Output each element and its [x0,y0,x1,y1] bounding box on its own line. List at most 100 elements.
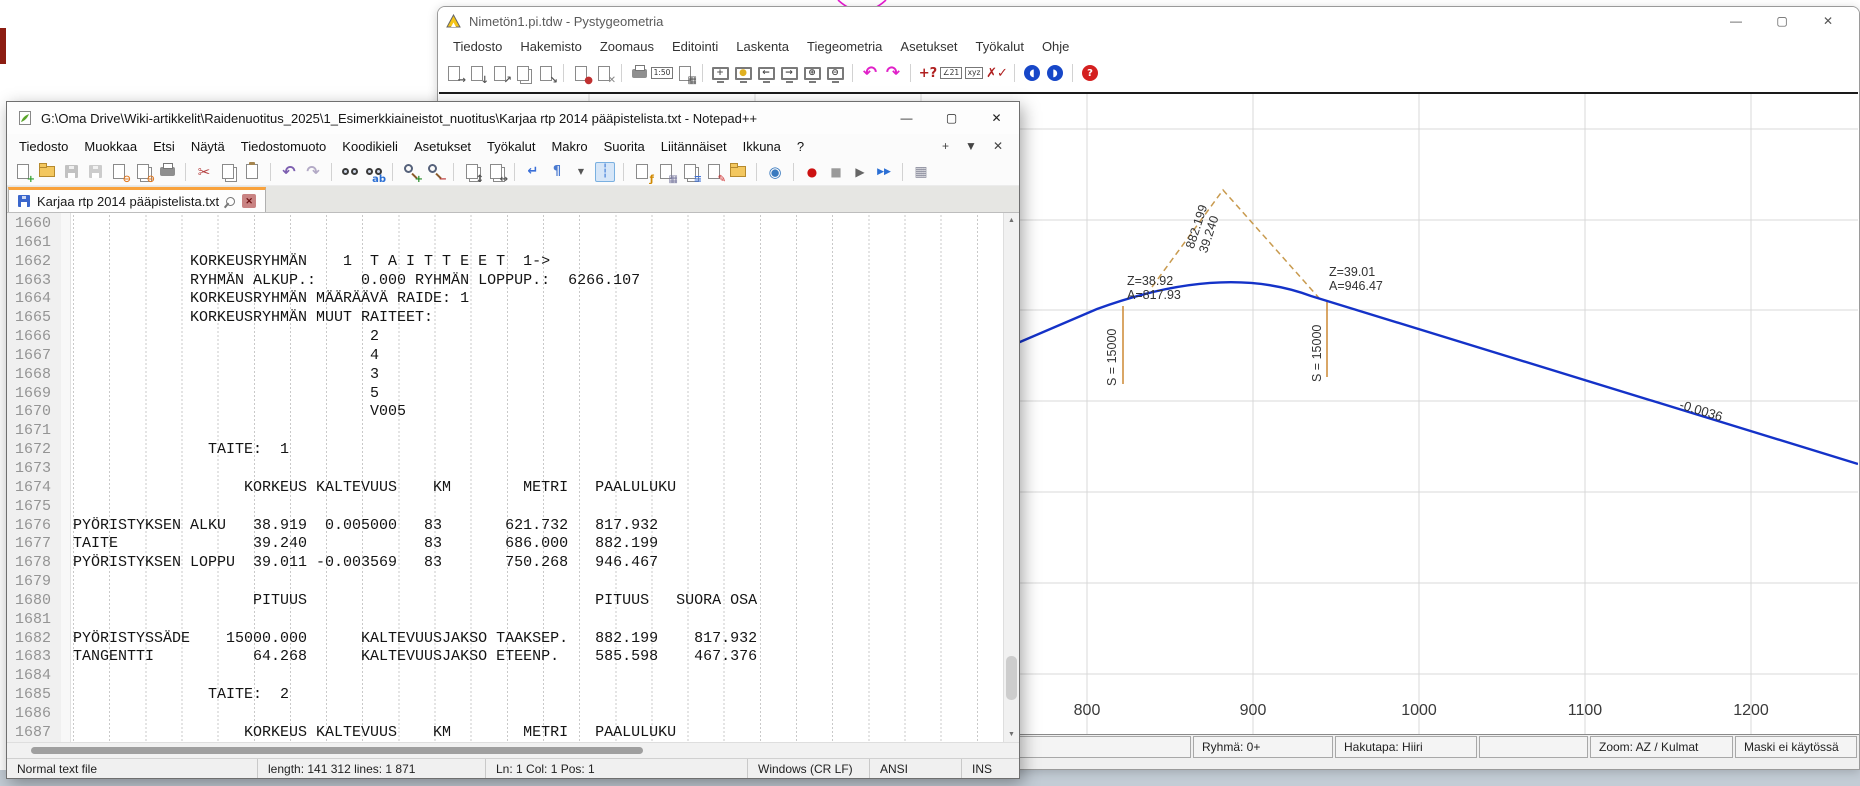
symbols-dropdown-icon[interactable]: ▼ [571,162,591,182]
menu-item-tiedosto[interactable]: Tiedosto [11,136,76,157]
macro-play-icon[interactable]: ▶ [850,162,870,182]
menu-item-tiedostomuoto[interactable]: Tiedostomuoto [233,136,335,157]
paste-icon[interactable] [242,162,262,182]
macro-run-multi-icon[interactable]: ▶▶ [874,162,894,182]
pysty-maximize-button[interactable]: ▢ [1759,7,1805,35]
replace-icon[interactable]: ab [364,162,384,182]
new-tab-icon[interactable]: + [942,139,949,153]
sync-vertical-icon[interactable]: ↕ [462,162,482,182]
menu-item-koodikieli[interactable]: Koodikieli [334,136,406,157]
scale-1-50-icon[interactable]: 1:50 [652,63,672,83]
horizontal-scrollbar-thumb[interactable] [31,747,643,754]
sheet-grid-icon[interactable]: ▦ [675,63,695,83]
print-icon[interactable] [629,63,649,83]
status-eol-format[interactable]: Windows (CR LF) [747,759,869,778]
document-map-icon[interactable]: ▦ [656,162,676,182]
macro-save-icon[interactable]: ▦ [911,162,931,182]
indent-guide-icon[interactable]: ┆ [595,162,615,182]
save-icon[interactable] [61,162,81,182]
copy-drawing-icon[interactable] [513,63,533,83]
menu-item-n-yt-[interactable]: Näytä [183,136,233,157]
document-delete-icon[interactable]: ✕ [594,63,614,83]
save-drawing-icon[interactable]: ↘ [536,63,556,83]
open-drawing-icon[interactable]: → [444,63,464,83]
status-encoding[interactable]: ANSI [869,759,961,778]
menu-item-makro[interactable]: Makro [543,136,595,157]
show-symbols-icon[interactable]: ¶ [547,162,567,182]
redo-icon[interactable]: ↷ [303,162,323,182]
scroll-down-icon[interactable]: ▼ [1004,727,1019,742]
export-file-icon[interactable]: ↗ [490,63,510,83]
context-help-icon[interactable]: +? [918,63,938,83]
menu-item-asetukset[interactable]: Asetukset [406,136,479,157]
menu-item-ikkuna[interactable]: Ikkuna [735,136,789,157]
macro-stop-icon[interactable]: ■ [826,162,846,182]
find-icon[interactable] [340,162,360,182]
menu-item-ty-kalut[interactable]: Työkalut [479,136,543,157]
help-icon[interactable]: ? [1080,63,1100,83]
tab-close-icon[interactable]: ✕ [242,194,256,208]
copy-icon[interactable] [218,162,238,182]
document-close-icon[interactable]: ● [571,63,591,83]
menu-item-suorita[interactable]: Suorita [596,136,653,157]
save-all-icon[interactable] [85,162,105,182]
npp-titlebar[interactable]: G:\Oma Drive\Wiki-artikkelit\Raidenuotit… [7,102,1019,134]
zoom-lamp-icon[interactable]: ● [733,63,753,83]
folder-workspace-icon[interactable] [728,162,748,182]
redo-icon[interactable]: ↷ [883,63,903,83]
editor-area[interactable]: 1660166116621663166416651666166716681669… [7,213,1019,742]
menu-item-tiegeometria[interactable]: Tiegeometria [798,37,891,56]
menu-item-zoomaus[interactable]: Zoomaus [591,37,663,56]
pysty-minimize-button[interactable]: — [1713,7,1759,35]
close-tab-icon[interactable]: ✕ [993,139,1003,153]
menu-item-tiedosto[interactable]: Tiedosto [444,37,511,56]
word-wrap-icon[interactable]: ↵ [523,162,543,182]
npp-minimize-button[interactable]: — [884,102,929,134]
close-file-icon[interactable]: ⊖ [109,162,129,182]
zoom-in-icon[interactable]: ⊕ [802,63,822,83]
pysty-titlebar[interactable]: Nimetön1.pi.tdw - Pystygeometria —▢✕ [438,7,1859,35]
xyz-mode-icon[interactable]: xyz [964,63,984,83]
pan-left-icon[interactable]: ← [756,63,776,83]
menu-item-liit-nn-iset[interactable]: Liitännäiset [653,136,735,157]
zoom-extents-icon[interactable]: + [710,63,730,83]
zoom-out-icon[interactable]: ⊖ [825,63,845,83]
menu-item-asetukset[interactable]: Asetukset [891,37,966,56]
tab-list-dropdown-icon[interactable]: ▼ [965,139,977,153]
menu-item-etsi[interactable]: Etsi [145,136,183,157]
new-file-icon[interactable]: + [13,162,33,182]
menu-item--[interactable]: ? [789,136,812,157]
text-content[interactable]: KORKEUSRYHMÄN 1 T A I T T E E T 1-> RYHM… [71,213,1003,742]
next-element-icon[interactable]: ◗ [1045,63,1065,83]
sync-horizontal-icon[interactable]: ↔ [486,162,506,182]
menu-item-muokkaa[interactable]: Muokkaa [76,136,145,157]
menu-item-editointi[interactable]: Editointi [663,37,727,56]
tab-karjaa-rtp-2014[interactable]: Karjaa rtp 2014 pääpistelista.txt ✕ [8,187,266,212]
function-list-icon[interactable]: ƒ [632,162,652,182]
prev-element-icon[interactable]: ◖ [1022,63,1042,83]
document-monitor-icon[interactable]: ◉ [765,162,785,182]
vertical-scrollbar[interactable]: ▲ ▼ [1003,213,1019,742]
tolerance-check-icon[interactable]: ✗✓ [987,63,1007,83]
import-file-icon[interactable]: ↓ [467,63,487,83]
macro-edit-icon[interactable]: ✎ [704,162,724,182]
zoom-out-icon[interactable]: − [425,162,445,182]
cut-icon[interactable]: ✂ [194,162,214,182]
pan-right-icon[interactable]: → [779,63,799,83]
npp-close-button[interactable]: ✕ [974,102,1019,134]
menu-item-ohje[interactable]: Ohje [1033,37,1078,56]
open-file-icon[interactable] [37,162,57,182]
tab-pin-icon[interactable] [224,195,237,208]
macro-record-icon[interactable]: ● [802,162,822,182]
undo-icon[interactable]: ↶ [279,162,299,182]
close-all-icon[interactable]: ⊖ [133,162,153,182]
document-list-icon[interactable]: ≡ [680,162,700,182]
undo-icon[interactable]: ↶ [860,63,880,83]
status-insert-mode[interactable]: INS [961,759,1019,778]
menu-item-ty-kalut[interactable]: Työkalut [967,37,1033,56]
scroll-up-icon[interactable]: ▲ [1004,213,1019,228]
npp-maximize-button[interactable]: ▢ [929,102,974,134]
angle-mode-icon[interactable]: ∠21 [941,63,961,83]
print-icon[interactable] [157,162,177,182]
menu-item-laskenta[interactable]: Laskenta [727,37,798,56]
